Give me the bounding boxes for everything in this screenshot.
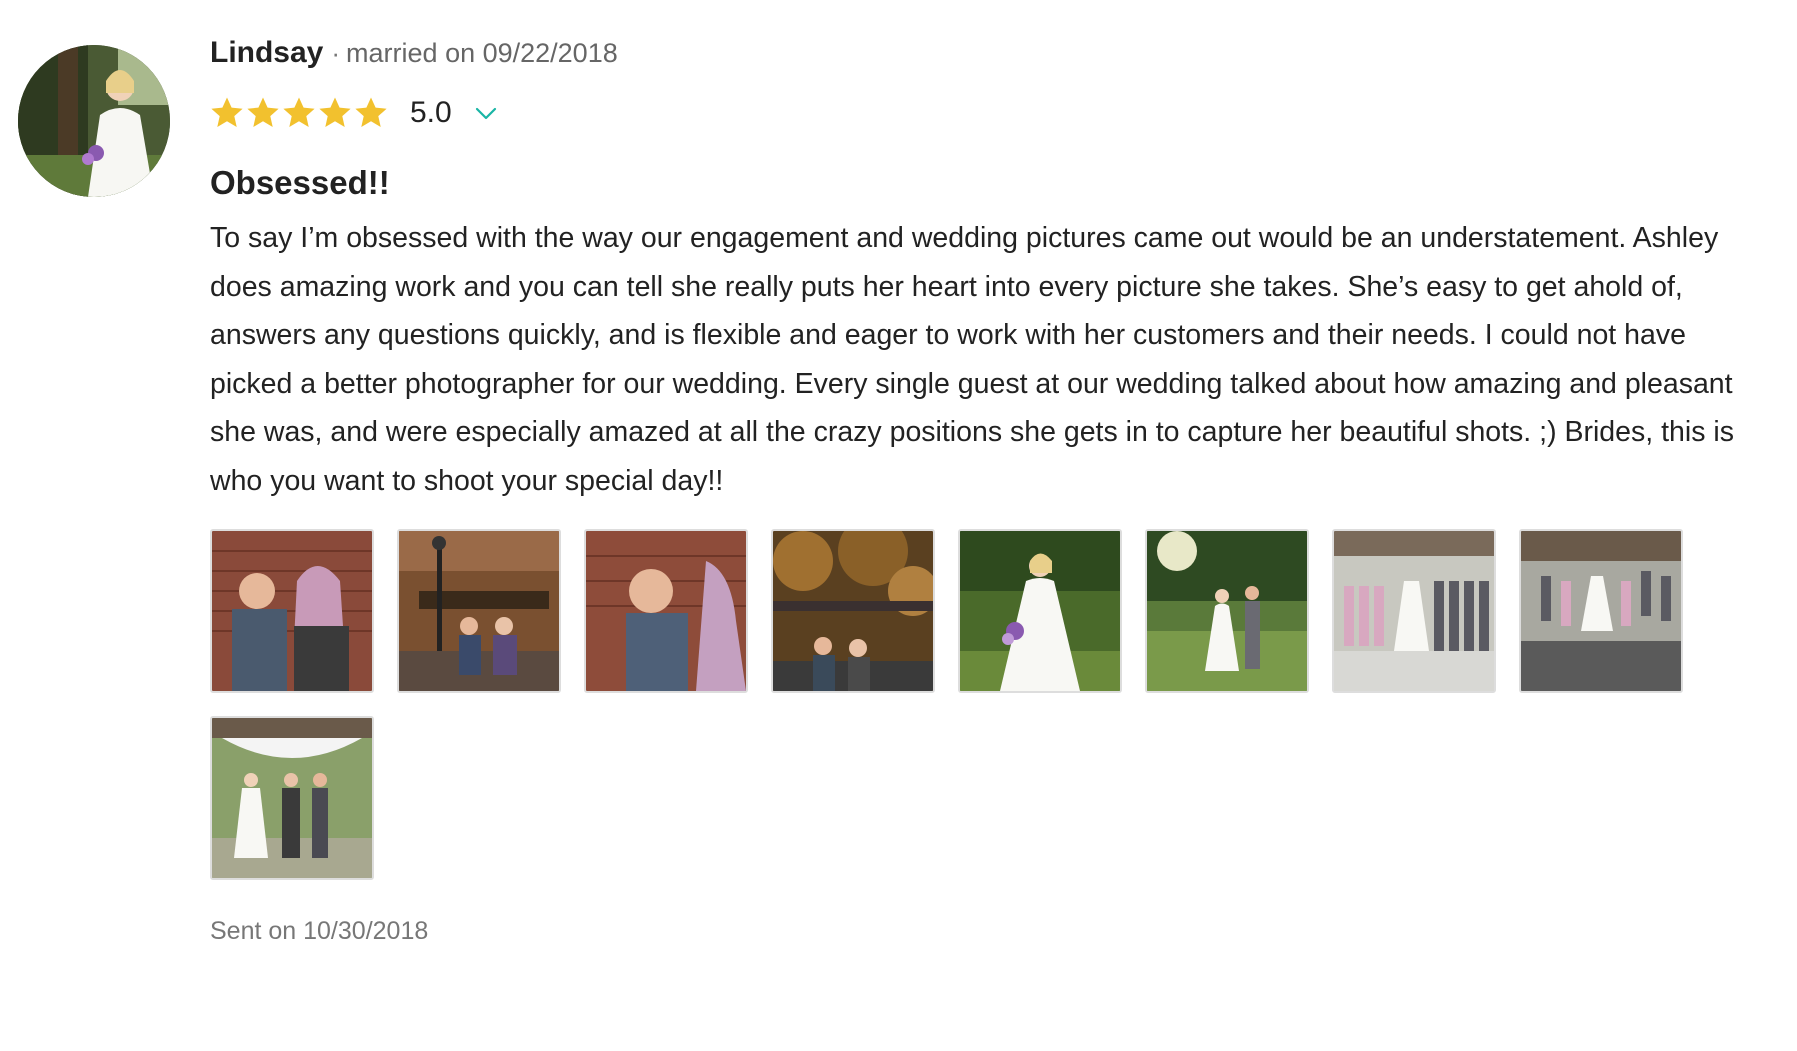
photo-thumbnail-couple-brick-wall-closeup[interactable] xyxy=(584,529,748,693)
photo-image xyxy=(1147,531,1307,691)
photo-thumbnail-couple-autumn-trees[interactable] xyxy=(771,529,935,693)
review-body: To say I’m obsessed with the way our eng… xyxy=(210,222,1734,497)
star-icon xyxy=(282,96,316,130)
star-rating xyxy=(210,96,390,130)
star-icon xyxy=(210,96,244,130)
married-date: married on 09/22/2018 xyxy=(346,38,618,68)
photo-image xyxy=(399,531,559,691)
review-card: Lindsay · married on 09/22/2018 5.0 Obse… xyxy=(0,0,1797,1051)
photo-image xyxy=(1334,531,1494,691)
photo-image xyxy=(960,531,1120,691)
sent-date: Sent on 10/30/2018 xyxy=(210,917,429,945)
star-icon xyxy=(354,96,388,130)
photo-thumbnail-wedding-party-lineup[interactable] xyxy=(1332,529,1496,693)
avatar[interactable] xyxy=(18,45,170,197)
reviewer-header: Lindsay · married on 09/22/2018 xyxy=(210,36,1770,82)
rating-value: 5.0 xyxy=(410,96,452,129)
chevron-down-icon[interactable] xyxy=(474,101,498,125)
reviewer-name[interactable]: Lindsay xyxy=(210,36,323,70)
star-icon xyxy=(318,96,352,130)
photo-image xyxy=(212,718,372,878)
photo-image xyxy=(773,531,933,691)
photo-image xyxy=(586,531,746,691)
rating-row: 5.0 xyxy=(210,90,1770,136)
photo-gallery xyxy=(210,529,1710,903)
review-content: Lindsay · married on 09/22/2018 5.0 Obse… xyxy=(210,36,1770,946)
avatar-image xyxy=(18,45,170,197)
photo-thumbnail-bride-bouquet[interactable] xyxy=(958,529,1122,693)
photo-image xyxy=(1521,531,1681,691)
review-title: Obsessed!! xyxy=(210,164,390,201)
separator-dot: · xyxy=(331,38,341,68)
photo-thumbnail-ceremony-gazebo[interactable] xyxy=(210,716,374,880)
photo-thumbnail-wedding-party-jumping[interactable] xyxy=(1519,529,1683,693)
photo-image xyxy=(212,531,372,691)
photo-thumbnail-couple-walking-grass[interactable] xyxy=(1145,529,1309,693)
star-icon xyxy=(246,96,280,130)
photo-thumbnail-couple-brick-wall[interactable] xyxy=(210,529,374,693)
photo-thumbnail-couple-street-lamp[interactable] xyxy=(397,529,561,693)
